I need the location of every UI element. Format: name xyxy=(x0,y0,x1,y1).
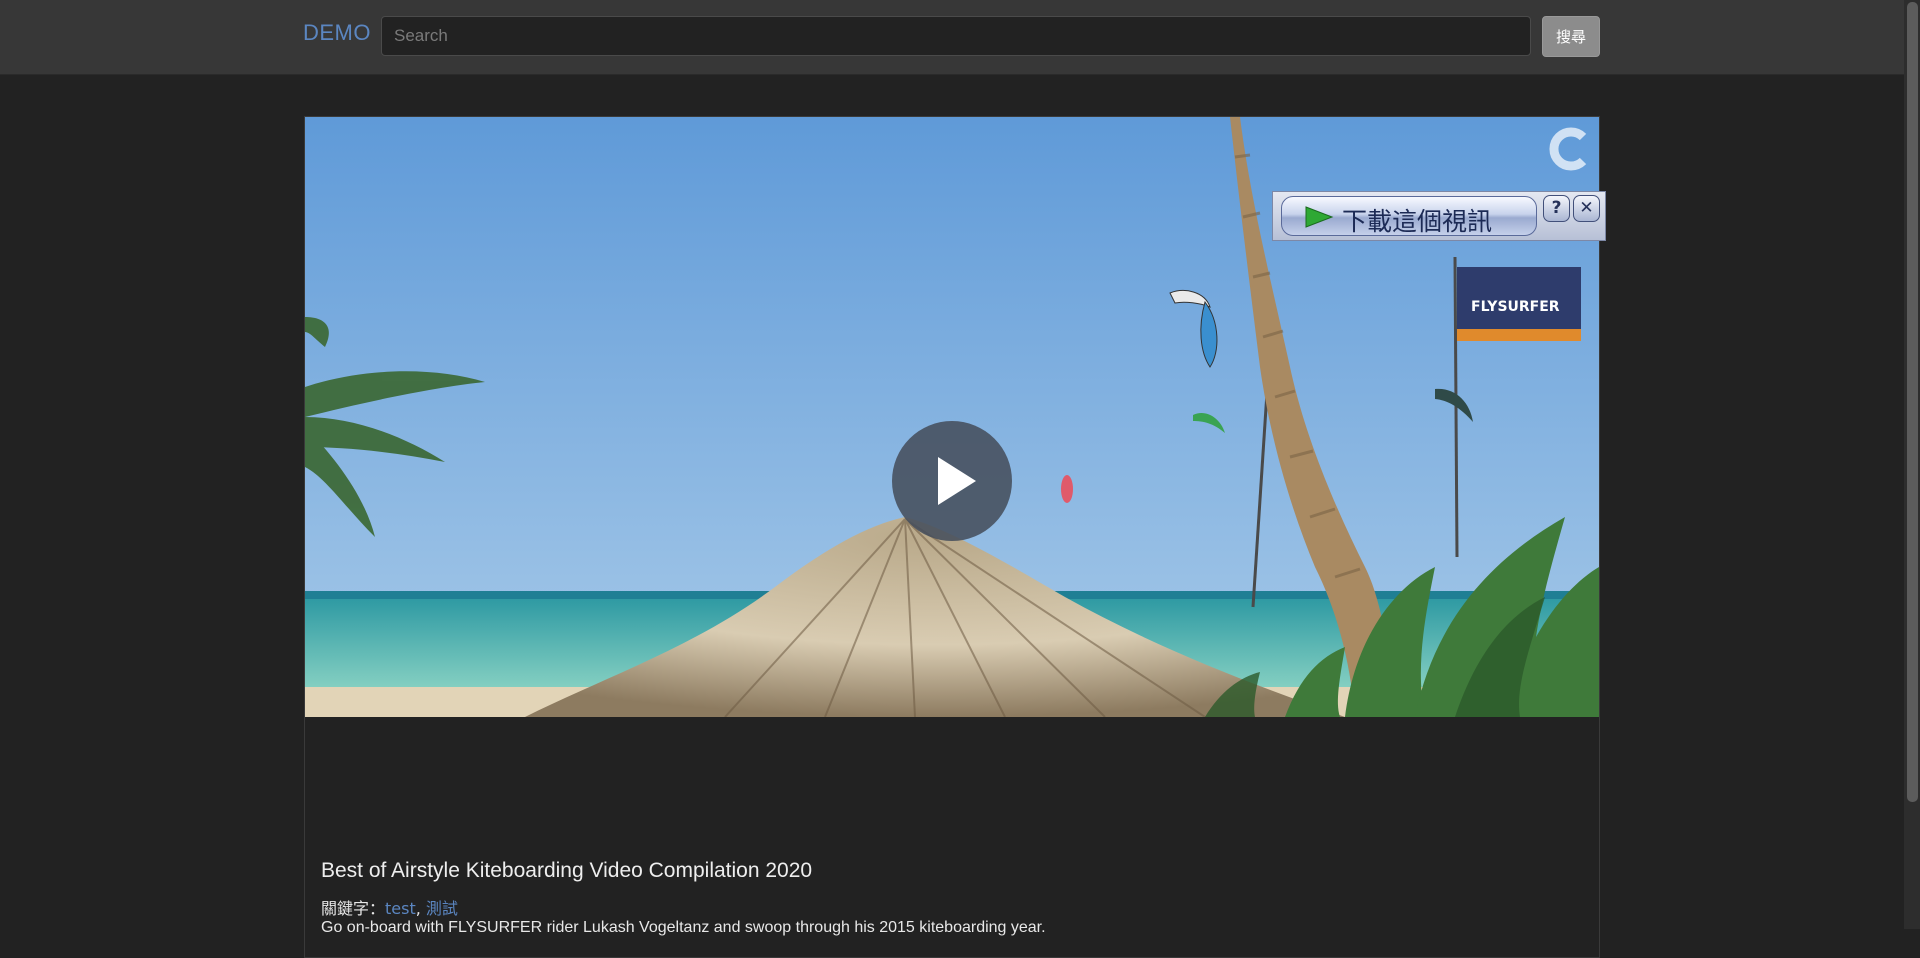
svg-text:FLYSURFER: FLYSURFER xyxy=(1471,299,1560,315)
page-scrollbar[interactable] xyxy=(1904,0,1920,929)
video-title: Best of Airstyle Kiteboarding Video Comp… xyxy=(321,859,813,882)
play-arrow-icon xyxy=(1305,206,1334,228)
video-card: FLYSURFER Best of Airstyle Kiteboarding … xyxy=(304,116,1600,958)
keywords: 關鍵字：test, 測試 xyxy=(321,895,458,919)
keyword-link[interactable]: 測試 xyxy=(426,899,458,918)
search-button[interactable]: 搜尋 xyxy=(1542,16,1600,57)
keywords-label: 關鍵字： xyxy=(321,899,386,918)
keyword-link[interactable]: test xyxy=(385,899,416,918)
download-video-button[interactable]: 下載這個視訊 xyxy=(1281,196,1537,236)
navbar: DEMO 搜尋 xyxy=(0,0,1904,75)
help-button[interactable]: ? xyxy=(1543,195,1570,222)
search-input[interactable] xyxy=(381,16,1531,56)
channel-logo-icon xyxy=(1545,125,1593,173)
scroll-thumb[interactable] xyxy=(1907,2,1918,802)
play-icon xyxy=(938,457,976,505)
close-button[interactable]: ✕ xyxy=(1573,195,1600,222)
keyword-separator: , xyxy=(415,899,426,918)
play-button[interactable] xyxy=(892,421,1012,541)
brand-link[interactable]: DEMO xyxy=(303,20,371,46)
download-toolbar: 下載這個視訊 ? ✕ xyxy=(1272,191,1606,241)
download-label: 下載這個視訊 xyxy=(1342,207,1493,236)
video-description: Go on-board with FLYSURFER rider Lukash … xyxy=(321,919,1046,936)
